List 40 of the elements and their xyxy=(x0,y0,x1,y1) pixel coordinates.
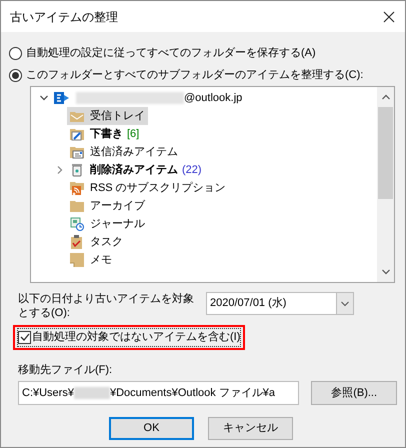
exchange-icon xyxy=(54,91,70,105)
clipboard-icon xyxy=(70,235,84,249)
include-checkbox[interactable]: 自動処理の対象ではないアイテムを含む(I) xyxy=(17,328,242,346)
tree-item[interactable]: RSS のサブスクリプション xyxy=(67,179,229,197)
note-icon xyxy=(70,253,84,267)
tree-item[interactable]: @outlook.jp xyxy=(51,89,246,107)
scrollbar[interactable] xyxy=(377,87,394,282)
tree-item[interactable]: メモ xyxy=(67,251,115,269)
folder-icon xyxy=(70,199,84,213)
check-icon xyxy=(20,332,30,342)
close-icon[interactable] xyxy=(383,10,395,22)
browse-button[interactable]: 参照(B)... xyxy=(311,381,397,405)
tree-item[interactable]: 下書き [6] xyxy=(67,125,142,143)
dialog-button[interactable]: OK xyxy=(109,417,194,440)
tree-item[interactable]: ジャーナル xyxy=(67,215,148,233)
journal-icon xyxy=(70,217,84,231)
destination-label: 移動先ファイル(F): xyxy=(18,362,112,378)
scroll-up-icon[interactable] xyxy=(382,93,390,101)
chevron-right-icon[interactable] xyxy=(56,166,64,174)
tree-item[interactable]: 送信済みアイテム xyxy=(67,143,181,161)
chevron-down-icon[interactable] xyxy=(40,94,48,102)
radio-option[interactable]: 自動処理の設定に従ってすべてのフォルダーを保存する(A) xyxy=(9,42,316,64)
pencil-icon xyxy=(70,127,84,141)
dropdown-icon xyxy=(341,300,349,306)
date-picker[interactable]: 2020/07/01 (水) xyxy=(206,292,354,315)
path-field[interactable]: C:¥Users¥ ¥Documents¥Outlook ファイル¥a xyxy=(18,381,300,405)
folder-icon xyxy=(70,109,84,123)
tree-item[interactable]: アーカイブ xyxy=(67,197,148,215)
date-label: 以下の日付より古いアイテムを対象とする(O): xyxy=(18,292,195,320)
tree-item[interactable]: 削除済みアイテム (22) xyxy=(67,161,205,179)
rss-icon xyxy=(70,181,84,195)
scroll-down-icon[interactable] xyxy=(382,268,390,276)
tree-item[interactable]: 受信トレイ xyxy=(67,107,148,125)
window-title: 古いアイテムの整理 xyxy=(10,8,118,26)
radio-option[interactable]: このフォルダーとすべてのサブフォルダーのアイテムを整理する(C): xyxy=(9,64,364,86)
tree-item[interactable]: タスク xyxy=(67,233,126,251)
folder-icon xyxy=(70,145,84,159)
dialog-button[interactable]: キャンセル xyxy=(208,417,293,440)
trash-icon xyxy=(70,163,84,177)
scroll-thumb[interactable] xyxy=(378,107,393,199)
